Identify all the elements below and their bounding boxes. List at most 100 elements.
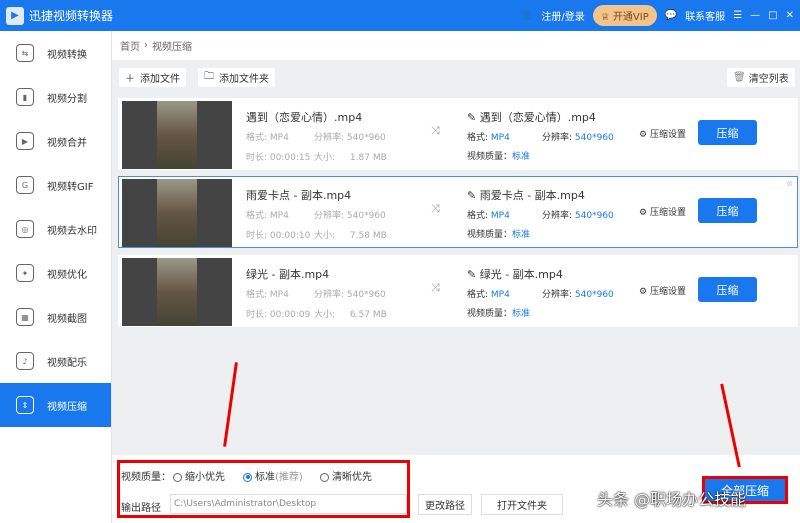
sidebar-item-label: 视频转GIF (47, 181, 94, 193)
compress-settings-button[interactable]: ⚙ 压缩设置 (639, 127, 686, 140)
sidebar-item-label: 视频优化 (47, 269, 87, 281)
remove-icon[interactable]: ⊗ (786, 179, 793, 188)
maximize-button[interactable]: □ (768, 10, 777, 21)
file-card[interactable]: 雨爱卡点 - 副本.mp4 格式: MP4 分辨率: 540*960 时长: 0… (118, 176, 798, 248)
compress-button[interactable]: 压缩 (698, 198, 757, 223)
file-name: 绿光 - 副本.mp4 (246, 268, 330, 281)
size-value: 7.58 MB (349, 231, 387, 241)
resolution-label: 分辨率: (542, 211, 573, 221)
duration-label: 时长: (246, 310, 268, 320)
resolution-label: 分辨率: (314, 290, 345, 300)
format-label: 格式: (246, 133, 268, 143)
add-file-button[interactable]: ＋ 添加文件 (119, 68, 186, 87)
breadcrumb-sep: › (144, 40, 148, 51)
out-resolution: 分辨率: 540*960 (542, 287, 614, 300)
output-name-text: 绿光 - 副本.mp4 (479, 268, 563, 281)
sidebar-icon: ⇕ (16, 396, 34, 414)
quality-label: 视频质量： (467, 309, 513, 319)
resolution-value: 540*960 (346, 211, 386, 221)
edit-icon: ✎ (467, 268, 477, 281)
duration-value: 00:00:09 (269, 310, 311, 320)
sidebar-item-label: 视频分割 (47, 93, 87, 105)
size-value: 1.87 MB (349, 153, 387, 163)
output-name-text: 雨爱卡点 - 副本.mp4 (479, 189, 585, 202)
compress-settings-button[interactable]: ⚙ 压缩设置 (639, 284, 686, 297)
sidebar: ⇆ 视频转换 ▮ 视频分割 ▶ 视频合并 G 视频转GIF ◎ 视频去水印 ✦ 视频优化 ▦ 视频截图 ♪ 视… (0, 31, 112, 523)
quality-label: 视频质量： (467, 230, 513, 240)
change-path-button[interactable]: 更改路径 (418, 494, 472, 515)
format-label: 格式: (246, 290, 268, 300)
resolution-value: 540*960 (346, 133, 386, 143)
sidebar-icon: ♪ (16, 352, 34, 370)
add-folder-button[interactable]: 🗀 添加文件夹 (198, 68, 275, 87)
resolution-label: 分辨率: (314, 211, 345, 221)
resolution-label: 分辨率: (542, 290, 573, 300)
vip-button[interactable]: ♕ 开通VIP (592, 5, 657, 26)
format-value: MP4 (269, 290, 289, 300)
shuffle-icon: ⤨ (431, 281, 440, 294)
shuffle-icon: ⤨ (431, 202, 440, 215)
close-button[interactable]: ✕ (786, 10, 794, 21)
resolution-meta: 分辨率: 540*960 (314, 130, 386, 143)
sidebar-item[interactable]: G 视频转GIF (0, 163, 111, 207)
sidebar-item[interactable]: ✦ 视频优化 (0, 251, 111, 295)
minimize-button[interactable]: — (750, 10, 760, 21)
output-name[interactable]: ✎ 雨爱卡点 - 副本.mp4 (467, 187, 585, 203)
out-quality-value[interactable]: 标准 (512, 230, 530, 240)
compress-settings-button[interactable]: ⚙ 压缩设置 (639, 205, 686, 218)
out-resolution-value: 540*960 (574, 211, 614, 221)
breadcrumb-home[interactable]: 首页 (120, 38, 140, 53)
resolution-value: 540*960 (346, 290, 386, 300)
video-thumbnail (122, 258, 232, 326)
title-bar: ▶ 迅捷视频转换器 👤 注册/登录 ♕ 开通VIP 💬 联系客服 ☰ — □ ✕ (0, 0, 800, 31)
format-label: 格式: (246, 211, 268, 221)
compress-button[interactable]: 压缩 (698, 277, 757, 302)
watermark: 头条 @职场办公技能 (597, 490, 747, 509)
size-value: 6.57 MB (349, 310, 387, 320)
size-label: 大小: (314, 153, 336, 163)
sidebar-item[interactable]: ▮ 视频分割 (0, 75, 111, 119)
clear-list-button[interactable]: 🗑 清空列表 (727, 68, 795, 87)
support-link[interactable]: 联系客服 (685, 8, 725, 23)
resolution-meta: 分辨率: 540*960 (314, 208, 386, 221)
menu-icon[interactable]: ☰ (733, 10, 742, 21)
output-name[interactable]: ✎ 遇到（恋爱心情）.mp4 (467, 109, 596, 125)
sidebar-item[interactable]: ▦ 视频截图 (0, 295, 111, 339)
compress-button[interactable]: 压缩 (698, 120, 757, 145)
file-card[interactable]: 绿光 - 副本.mp4 格式: MP4 分辨率: 540*960 时长: 00:… (118, 255, 798, 327)
app-title: 迅捷视频转换器 (29, 9, 114, 23)
sidebar-item[interactable]: ♪ 视频配乐 (0, 339, 111, 383)
sidebar-item[interactable]: ◎ 视频去水印 (0, 207, 111, 251)
out-resolution: 分辨率: 540*960 (542, 208, 614, 221)
plus-icon: ＋ (125, 74, 135, 85)
out-format: 格式: MP4 (467, 287, 510, 300)
sidebar-item[interactable]: ▶ 视频合并 (0, 119, 111, 163)
format-meta: 格式: MP4 (246, 287, 289, 300)
quality-label: 视频质量： (467, 152, 513, 162)
out-quality: 视频质量：标准 (467, 227, 530, 240)
out-quality-value[interactable]: 标准 (512, 152, 530, 162)
duration-meta: 时长: 00:00:15 (246, 150, 310, 163)
open-folder-button[interactable]: 打开文件夹 (481, 494, 563, 515)
chat-icon: 💬 (664, 10, 678, 21)
file-card[interactable]: 遇到（恋爱心情）.mp4 格式: MP4 分辨率: 540*960 时长: 00… (118, 98, 798, 170)
out-format-value: MP4 (490, 290, 510, 300)
sidebar-item-label: 视频压缩 (47, 401, 87, 413)
login-link[interactable]: 注册/登录 (541, 8, 584, 23)
sidebar-item-label: 视频合并 (47, 137, 87, 149)
format-label: 格式: (467, 133, 489, 143)
duration-label: 时长: (246, 153, 268, 163)
format-label: 格式: (467, 290, 489, 300)
sidebar-item[interactable]: ⇆ 视频转换 (0, 31, 111, 75)
output-name[interactable]: ✎ 绿光 - 副本.mp4 (467, 266, 563, 282)
format-label: 格式: (467, 211, 489, 221)
out-quality-value[interactable]: 标准 (512, 309, 530, 319)
duration-label: 时长: (246, 231, 268, 241)
size-label: 大小: (314, 231, 336, 241)
sidebar-item-label: 视频去水印 (47, 225, 97, 237)
add-file-label: 添加文件 (140, 74, 180, 85)
settings-label: 压缩设置 (649, 287, 686, 297)
sidebar-icon: ◎ (16, 220, 34, 238)
sidebar-item[interactable]: ⇕ 视频压缩 (0, 383, 111, 427)
out-format-value: MP4 (490, 133, 510, 143)
